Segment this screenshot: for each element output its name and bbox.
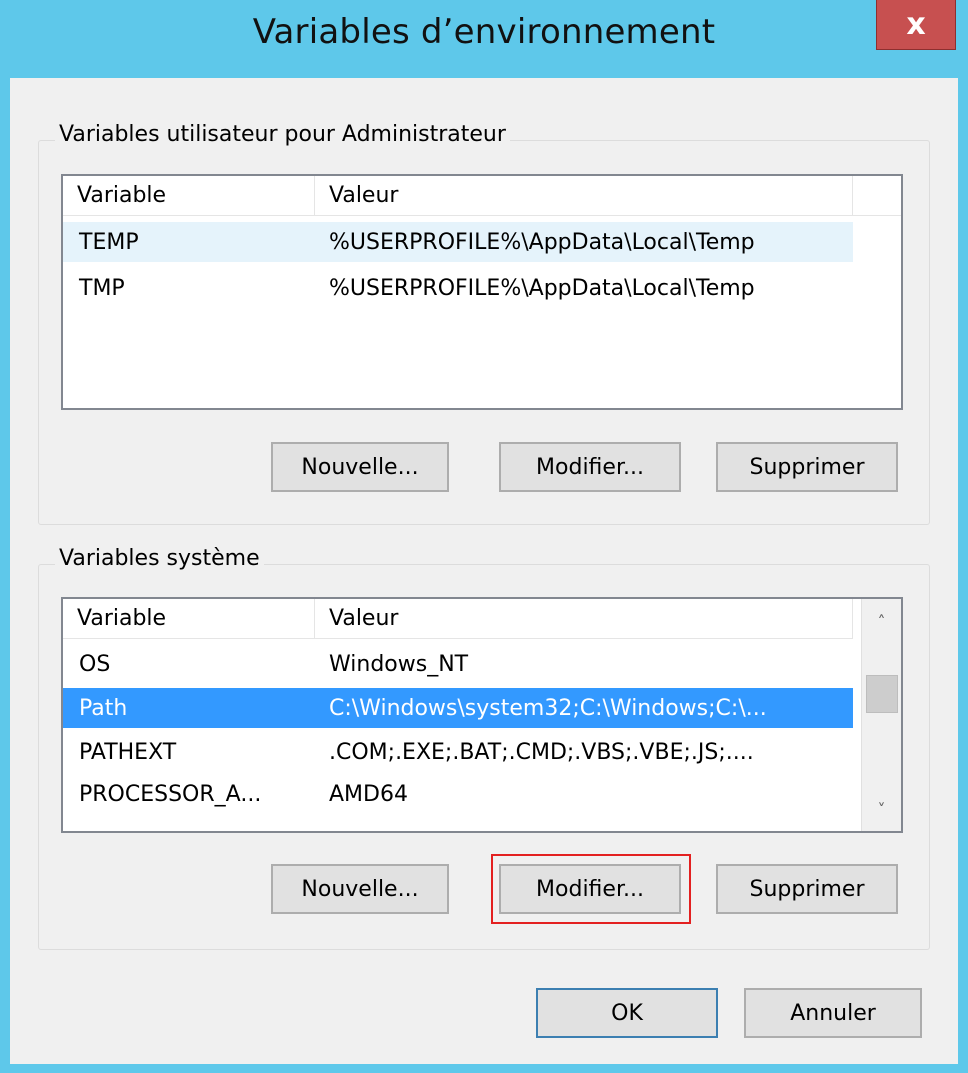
list-header: Variable Valeur: [63, 176, 901, 218]
system-new-button[interactable]: Nouvelle...: [271, 864, 449, 914]
user-new-button[interactable]: Nouvelle...: [271, 442, 449, 492]
list-item[interactable]: OS Windows_NT: [63, 644, 853, 684]
variable-name: OS: [79, 651, 111, 677]
window-title: Variables d’environnement: [252, 12, 716, 52]
dialog-client-area: Variables utilisateur pour Administrateu…: [10, 78, 958, 1064]
variable-name: Path: [79, 695, 128, 721]
variable-name: TMP: [79, 275, 125, 301]
variable-value: Windows_NT: [329, 651, 469, 677]
list-header: Variable Valeur: [63, 599, 861, 641]
list-item[interactable]: PROCESSOR_A... AMD64: [63, 774, 853, 814]
list-item[interactable]: TEMP %USERPROFILE%\AppData\Local\Temp: [63, 222, 853, 262]
list-item[interactable]: TMP %USERPROFILE%\AppData\Local\Temp: [63, 268, 853, 308]
variable-name: TEMP: [79, 229, 139, 255]
system-variables-label: Variables système: [55, 546, 264, 571]
scrollbar-thumb[interactable]: [866, 675, 898, 713]
variable-value: %USERPROFILE%\AppData\Local\Temp: [329, 229, 755, 255]
user-variables-label: Variables utilisateur pour Administrateu…: [55, 122, 510, 147]
cancel-button[interactable]: Annuler: [744, 988, 922, 1038]
scroll-up-button[interactable]: ˄: [862, 601, 901, 641]
variable-value: C:\Windows\system32;C:\Windows;C:\...: [329, 695, 767, 721]
close-button[interactable]: x: [876, 0, 956, 50]
chevron-down-icon: ˅: [877, 799, 886, 819]
user-variables-list[interactable]: Variable Valeur TEMP %USERPROFILE%\AppDa…: [61, 174, 903, 410]
system-variables-list[interactable]: Variable Valeur OS Windows_NT Path C:\Wi…: [61, 597, 903, 833]
column-header-variable[interactable]: Variable: [63, 176, 315, 216]
variable-name: PATHEXT: [79, 739, 177, 765]
system-delete-button[interactable]: Supprimer: [716, 864, 898, 914]
column-header-filler: [853, 176, 901, 216]
variable-name: PROCESSOR_A...: [79, 781, 262, 807]
chevron-up-icon: ˄: [877, 611, 886, 631]
variable-value: %USERPROFILE%\AppData\Local\Temp: [329, 275, 755, 301]
user-delete-button[interactable]: Supprimer: [716, 442, 898, 492]
variable-value: AMD64: [329, 781, 408, 807]
list-item-selected[interactable]: Path C:\Windows\system32;C:\Windows;C:\.…: [63, 688, 853, 728]
system-edit-button[interactable]: Modifier...: [499, 864, 681, 914]
title-bar[interactable]: Variables d’environnement x: [0, 0, 968, 78]
column-header-variable[interactable]: Variable: [63, 599, 315, 639]
column-header-value[interactable]: Valeur: [315, 599, 853, 639]
vertical-scrollbar[interactable]: ˄ ˅: [861, 599, 901, 831]
ok-button[interactable]: OK: [536, 988, 718, 1038]
column-header-value[interactable]: Valeur: [315, 176, 853, 216]
list-item[interactable]: PATHEXT .COM;.EXE;.BAT;.CMD;.VBS;.VBE;.J…: [63, 732, 853, 772]
user-edit-button[interactable]: Modifier...: [499, 442, 681, 492]
scroll-down-button[interactable]: ˅: [862, 789, 901, 829]
close-icon: x: [906, 7, 926, 42]
dialog-window: Variables d’environnement x Variables ut…: [0, 0, 968, 1073]
variable-value: .COM;.EXE;.BAT;.CMD;.VBS;.VBE;.JS;....: [329, 739, 754, 765]
